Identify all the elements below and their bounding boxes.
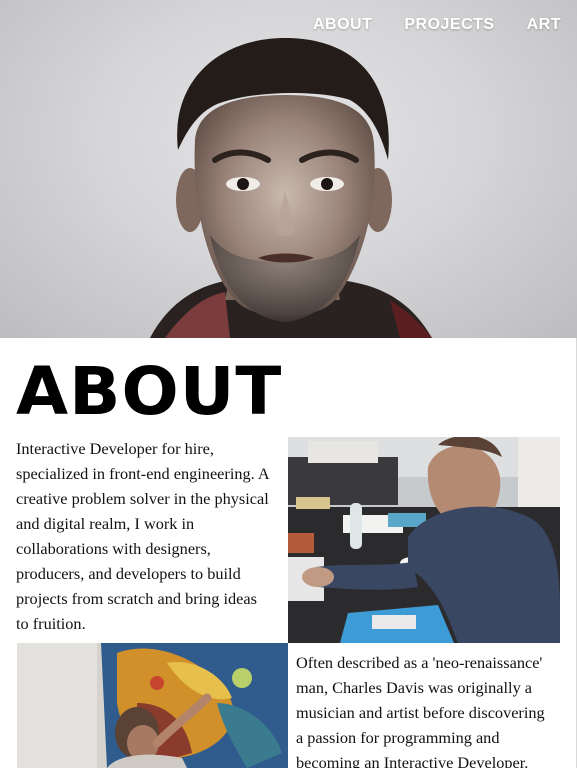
nav-art-link[interactable]: ART	[527, 16, 561, 34]
intro-line: specialized in front-end engineering. A	[16, 464, 270, 483]
hero-portrait-image	[150, 38, 432, 338]
intro-line: producers, and developers to build	[16, 564, 241, 583]
painting-photo	[17, 643, 288, 768]
nav-about-link[interactable]: ABOUT	[313, 16, 372, 34]
bio-line: a passion for programming and	[296, 728, 500, 747]
about-bio-paragraph: Often described as a 'neo-renaissance' m…	[296, 650, 561, 768]
intro-line: creative problem solver in the physical	[16, 489, 269, 508]
bio-line: musician and artist before discovering	[296, 703, 545, 722]
intro-line: Interactive Developer for hire,	[16, 439, 214, 458]
workspace-photo	[288, 437, 560, 643]
nav-projects-link[interactable]: PROJECTS	[404, 16, 494, 34]
bio-line: becoming an Interactive Developer.	[296, 753, 529, 768]
intro-line: to fruition.	[16, 614, 86, 633]
intro-line: projects from scratch and bring ideas	[16, 589, 257, 608]
bio-line: Often described as a 'neo-renaissance'	[296, 653, 543, 672]
top-nav: ABOUT PROJECTS ART	[313, 16, 561, 34]
intro-line: and digital realm, I work in	[16, 514, 195, 533]
intro-line: collaborations with designers,	[16, 539, 211, 558]
hero-banner: ABOUT PROJECTS ART	[0, 0, 577, 338]
about-intro-paragraph: Interactive Developer for hire, speciali…	[16, 436, 281, 636]
about-heading: ABOUT	[16, 353, 283, 430]
bio-line: man, Charles Davis was originally a	[296, 678, 533, 697]
